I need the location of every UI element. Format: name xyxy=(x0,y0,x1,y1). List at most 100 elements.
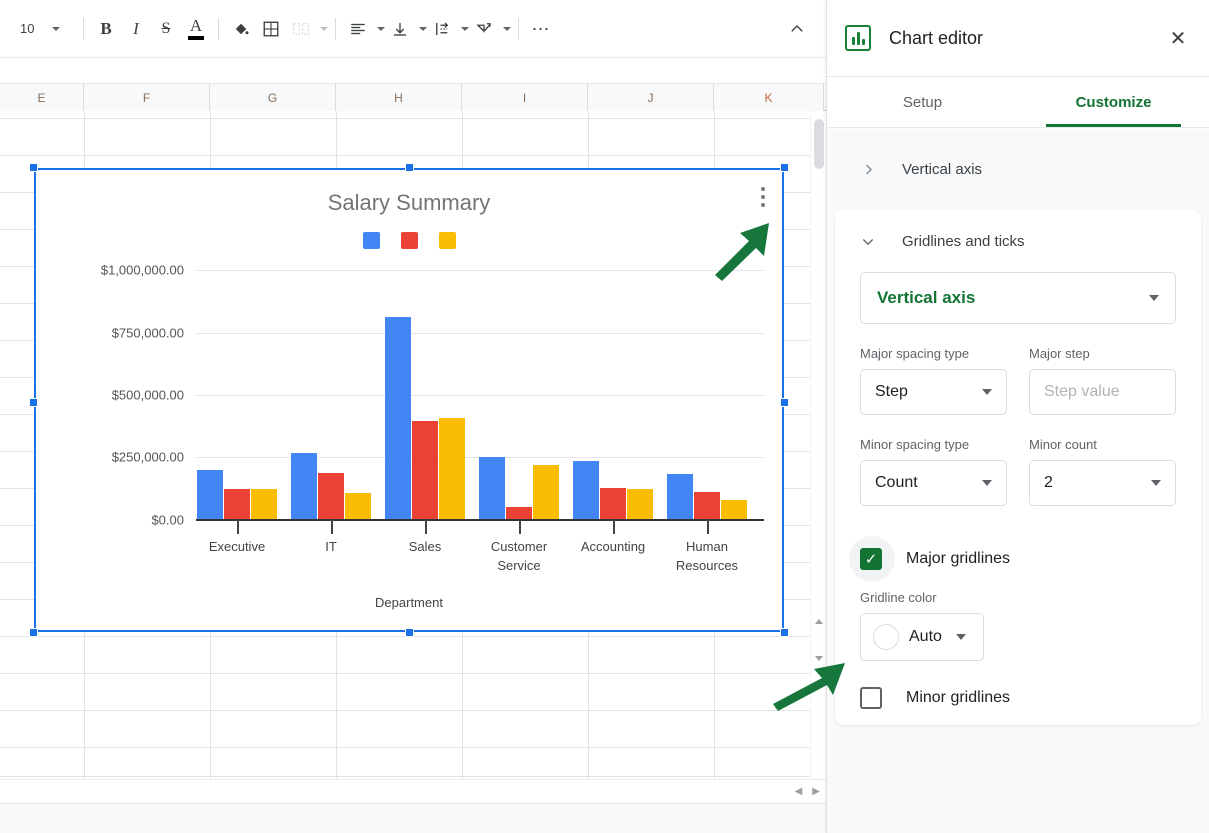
minor-count-select[interactable]: 2 xyxy=(1029,460,1176,506)
x-axis-tick xyxy=(707,519,709,534)
grid-row-divider xyxy=(0,155,810,156)
section-vertical-axis[interactable]: Vertical axis xyxy=(827,129,1209,210)
tab-customize[interactable]: Customize xyxy=(1018,77,1209,127)
bold-button[interactable]: B xyxy=(91,14,121,44)
scroll-right-icon[interactable]: ▶ xyxy=(812,786,820,797)
sheet-bottom-bar xyxy=(0,803,826,833)
y-axis-tick-label: $250,000.00 xyxy=(111,449,184,465)
text-wrapping-button[interactable] xyxy=(427,14,457,44)
borders-button[interactable] xyxy=(256,14,286,44)
minor-spacing-type-select[interactable]: Count xyxy=(860,460,1007,506)
text-color-button[interactable]: A xyxy=(181,14,211,44)
column-header-G[interactable]: G xyxy=(210,84,336,111)
merge-cells-dropdown[interactable] xyxy=(286,14,328,44)
horizontal-align-button[interactable] xyxy=(343,14,373,44)
column-header-F[interactable]: F xyxy=(84,84,210,111)
bar-human-resources-series-2[interactable] xyxy=(694,492,720,519)
bar-sales-series-1[interactable] xyxy=(385,317,411,519)
sheet-horizontal-scrollbar[interactable]: ◀ ▶ xyxy=(0,779,826,803)
x-axis-category-label: Sales xyxy=(408,539,442,554)
bar-customer-service-series-1[interactable] xyxy=(479,457,505,519)
bar-it-series-3[interactable] xyxy=(345,493,371,519)
bar-customer-service-series-3[interactable] xyxy=(533,465,559,519)
bar-executive-series-2[interactable] xyxy=(224,489,250,519)
vertical-align-button[interactable] xyxy=(385,14,415,44)
chart-canvas: Salary Summary $1,000,000.00 $750,000.00… xyxy=(36,170,782,630)
resize-handle-middle-left[interactable] xyxy=(29,398,38,407)
section-header-gridlines-and-ticks[interactable]: Gridlines and ticks xyxy=(835,210,1201,272)
scroll-left-icon[interactable]: ◀ xyxy=(795,786,803,797)
bar-chart-icon xyxy=(845,25,871,51)
merge-cells-button[interactable] xyxy=(286,14,316,44)
label-minor-count: Minor count xyxy=(1029,437,1097,452)
vertical-align-dropdown[interactable] xyxy=(385,14,427,44)
bar-executive-series-3[interactable] xyxy=(251,489,277,519)
chart-editor-tabs: Setup Customize xyxy=(827,77,1209,128)
column-header-E[interactable]: E xyxy=(0,84,84,111)
minor-gridlines-row[interactable]: Minor gridlines xyxy=(835,687,1201,709)
chevron-down-icon xyxy=(503,26,511,31)
major-gridlines-row[interactable]: ✓ Major gridlines xyxy=(835,536,1201,582)
gridline-color-select[interactable]: Auto xyxy=(860,613,984,661)
bar-accounting-series-1[interactable] xyxy=(573,461,599,519)
resize-handle-middle-right[interactable] xyxy=(780,398,789,407)
minor-gridlines-checkbox[interactable] xyxy=(860,687,882,709)
text-rotation-button[interactable] xyxy=(469,14,499,44)
close-icon[interactable]: ✕ xyxy=(1163,23,1193,53)
resize-handle-bottom-left[interactable] xyxy=(29,628,38,637)
fill-color-button[interactable] xyxy=(226,14,256,44)
label-major-step: Major step xyxy=(1029,346,1090,361)
axis-select[interactable]: Vertical axis xyxy=(860,272,1176,324)
text-rotation-dropdown[interactable] xyxy=(469,14,511,44)
more-icon: ⋯ xyxy=(531,18,551,39)
font-size-selector[interactable]: 10 xyxy=(10,14,76,44)
bar-customer-service-series-2[interactable] xyxy=(506,507,532,519)
more-options-button[interactable]: ⋯ xyxy=(526,14,556,44)
horizontal-align-dropdown[interactable] xyxy=(343,14,385,44)
tab-setup[interactable]: Setup xyxy=(827,77,1018,127)
resize-handle-bottom-center[interactable] xyxy=(405,628,414,637)
column-header-K[interactable]: K xyxy=(714,84,824,111)
column-header-I[interactable]: I xyxy=(462,84,588,111)
resize-handle-top-left[interactable] xyxy=(29,163,38,172)
strikethrough-button[interactable]: S xyxy=(151,14,181,44)
chart-menu-button[interactable] xyxy=(756,182,770,212)
spacing-row-minor: Minor spacing type Count Minor count 2 xyxy=(835,437,1201,506)
column-header-H[interactable]: H xyxy=(336,84,462,111)
chevron-down-icon xyxy=(860,233,876,250)
rotation-icon xyxy=(476,22,491,33)
column-header-J[interactable]: J xyxy=(588,84,714,111)
wrap-icon xyxy=(436,22,449,35)
chart-object[interactable]: Salary Summary $1,000,000.00 $750,000.00… xyxy=(29,163,789,637)
major-gridline xyxy=(196,333,764,334)
bar-it-series-1[interactable] xyxy=(291,453,317,519)
sheet-vertical-scrollbar[interactable] xyxy=(810,111,826,779)
resize-handle-top-center[interactable] xyxy=(405,163,414,172)
bar-human-resources-series-1[interactable] xyxy=(667,474,693,519)
scrollbar-thumb[interactable] xyxy=(814,119,824,169)
merge-icon xyxy=(292,22,310,35)
major-spacing-type-select[interactable]: Step xyxy=(860,369,1007,415)
italic-button[interactable]: I xyxy=(121,14,151,44)
x-axis-category-label: Accounting xyxy=(580,539,646,554)
bar-executive-series-1[interactable] xyxy=(197,470,223,519)
scroll-up-icon[interactable] xyxy=(815,619,823,624)
bar-accounting-series-2[interactable] xyxy=(600,488,626,519)
major-gridlines-checkbox[interactable]: ✓ xyxy=(860,548,882,570)
collapse-toolbar-button[interactable] xyxy=(782,14,812,44)
resize-handle-top-right[interactable] xyxy=(780,163,789,172)
field-minor-count: Minor count 2 xyxy=(1029,437,1176,506)
x-axis-tick xyxy=(331,519,333,534)
grid-row-divider xyxy=(0,747,810,748)
x-axis-tick xyxy=(237,519,239,534)
bar-accounting-series-3[interactable] xyxy=(627,489,653,519)
bar-human-resources-series-3[interactable] xyxy=(721,500,747,519)
fill-icon xyxy=(235,23,249,34)
major-step-input[interactable]: Step value xyxy=(1029,369,1176,415)
bar-sales-series-2[interactable] xyxy=(412,421,438,519)
text-wrapping-dropdown[interactable] xyxy=(427,14,469,44)
bar-sales-series-3[interactable] xyxy=(439,418,465,519)
resize-handle-bottom-right[interactable] xyxy=(780,628,789,637)
bar-it-series-2[interactable] xyxy=(318,473,344,519)
scroll-down-icon[interactable] xyxy=(815,656,823,661)
